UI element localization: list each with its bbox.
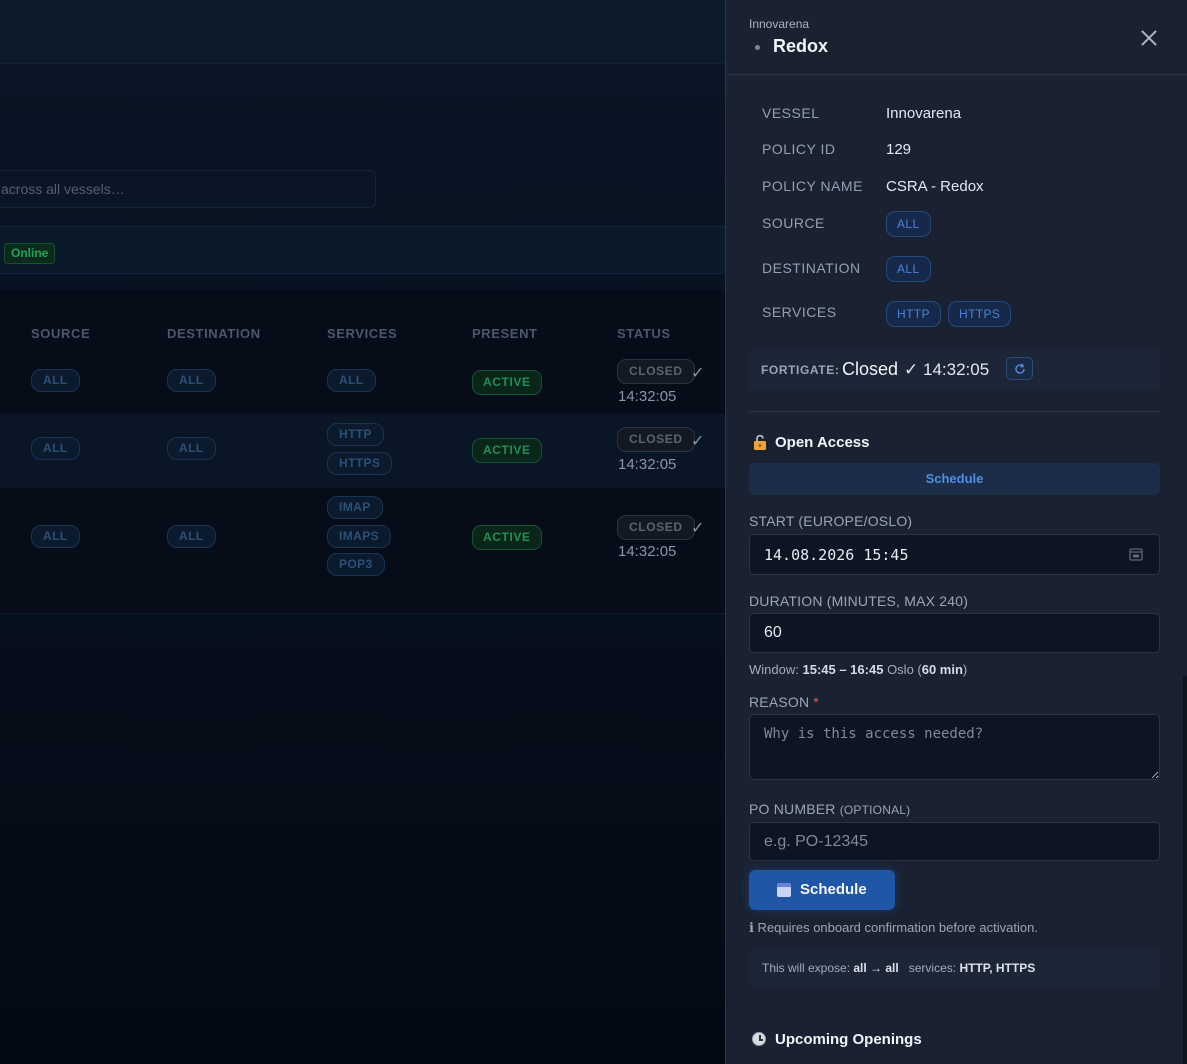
window-timezone: Oslo ( (887, 662, 922, 677)
upcoming-openings-title: Upcoming Openings (775, 1031, 922, 1048)
status-time: 14:32:05 (618, 543, 677, 560)
reason-textarea[interactable] (749, 714, 1160, 780)
duration-label: DURATION (MINUTES, MAX 240) (749, 593, 969, 609)
refresh-button[interactable] (1006, 357, 1033, 380)
fortigate-status: Closed (842, 359, 899, 379)
vessel-value: Innovarena (886, 105, 962, 122)
app-header (0, 0, 725, 64)
column-header-destination[interactable]: DESTINATION (167, 326, 261, 341)
tab-schedule[interactable]: Schedule (749, 463, 1160, 495)
po-optional-text: (OPTIONAL) (839, 803, 911, 817)
vessel-label: VESSEL (762, 105, 820, 121)
unlock-icon (754, 435, 766, 450)
po-label: PO NUMBER (OPTIONAL) (749, 801, 910, 817)
status-badge: CLOSED (617, 427, 695, 452)
fortigate-time-value: 14:32:05 (922, 360, 990, 379)
confirmation-note: ℹ Requires onboard confirmation before a… (749, 920, 1038, 935)
expose-prefix: This will expose: (762, 961, 851, 975)
window-suffix: ) (962, 662, 968, 677)
fortigate-time: ✓ 14:32:05 (904, 360, 989, 380)
exposure-summary: This will expose: all → all services: HT… (749, 948, 1160, 988)
status-check: ✓ (691, 433, 705, 450)
service-pill: POP3 (327, 553, 385, 576)
status-badge: CLOSED (617, 359, 695, 384)
status-bar (0, 226, 725, 274)
service-pill: IMAP (327, 496, 383, 519)
source-tag: ALL (886, 211, 931, 237)
duration-input[interactable] (749, 613, 1160, 653)
column-header-present[interactable]: PRESENT (472, 326, 538, 341)
status-check: ✓ (691, 365, 705, 382)
fortigate-label: FORTIGATE: (761, 363, 840, 377)
panel-org: Innovarena (749, 17, 810, 31)
source-label: SOURCE (762, 215, 825, 231)
status-time: 14:32:05 (618, 388, 677, 405)
destination-pill: ALL (167, 525, 216, 548)
present-badge: ACTIVE (472, 438, 542, 463)
services-label: SERVICES (762, 304, 837, 320)
service-tag-https: HTTPS (948, 301, 1012, 327)
background-app: across all vessels… Online SOURCE DESTIN… (0, 0, 725, 1064)
required-marker: * (813, 694, 820, 710)
online-badge: Online (4, 243, 56, 264)
start-datetime-input[interactable] (749, 534, 1160, 575)
present-badge: ACTIVE (472, 370, 542, 395)
reason-label: REASON * (749, 694, 819, 710)
po-label-text: PO NUMBER (749, 801, 836, 817)
panel-title: Redox (773, 36, 829, 56)
policy-id-label: POLICY ID (762, 141, 836, 157)
refresh-icon (1015, 363, 1025, 374)
policy-id-value: 129 (886, 141, 912, 158)
calendar-icon[interactable] (1129, 547, 1143, 561)
service-pill: IMAPS (327, 525, 392, 548)
source-pill: ALL (31, 525, 80, 548)
service-pill: HTTPS (327, 452, 393, 475)
source-pill: ALL (31, 369, 80, 392)
vessel-search-input[interactable]: across all vessels… (0, 170, 376, 208)
expose-route: all → all (853, 961, 899, 975)
schedule-button[interactable]: Schedule (749, 870, 895, 910)
window-minutes: 60 min (921, 662, 963, 677)
fortigate-check: ✓ (904, 360, 919, 379)
status-check: ✓ (691, 520, 705, 537)
window-prefix: Window: (749, 662, 799, 677)
destination-pill: ALL (167, 437, 216, 460)
service-pill: HTTP (327, 423, 384, 446)
schedule-button-label: Schedule (800, 881, 867, 898)
destination-pill: ALL (167, 369, 216, 392)
destination-tag: ALL (886, 256, 931, 282)
calendar-icon (777, 883, 791, 897)
expose-services: HTTP, HTTPS (959, 961, 1036, 975)
close-icon[interactable] (1138, 27, 1160, 49)
status-time: 14:32:05 (618, 456, 677, 473)
clock-icon (752, 1032, 766, 1046)
policy-name-label: POLICY NAME (762, 178, 863, 194)
fortigate-status-box: FORTIGATE: Closed ✓ 14:32:05 (749, 348, 1160, 390)
policy-name-value: CSRA - Redox (886, 178, 984, 195)
policy-detail-panel: Innovarena Redox VESSEL Innovarena POLIC… (725, 0, 1187, 1064)
start-label: START (EUROPE/OSLO) (749, 513, 913, 529)
destination-label: DESTINATION (762, 260, 861, 276)
expose-services-label: services: (908, 961, 957, 975)
reason-label-text: REASON (749, 694, 810, 710)
column-header-status[interactable]: STATUS (617, 326, 671, 341)
service-tag-http: HTTP (886, 301, 941, 327)
source-pill: ALL (31, 437, 80, 460)
scrollbar[interactable] (1183, 676, 1187, 1064)
status-dot-icon (755, 45, 760, 50)
present-badge: ACTIVE (472, 525, 542, 550)
service-pill: ALL (327, 369, 376, 392)
panel-header: Innovarena Redox (726, 0, 1187, 75)
section-divider (749, 411, 1160, 412)
open-access-title: Open Access (775, 434, 870, 451)
po-number-input[interactable] (749, 822, 1160, 861)
column-header-services[interactable]: SERVICES (327, 326, 397, 341)
window-range: 15:45 – 16:45 (802, 662, 884, 677)
status-badge: CLOSED (617, 515, 695, 540)
window-summary: Window: 15:45 – 16:45 Oslo (60 min) (749, 662, 967, 677)
column-header-source[interactable]: SOURCE (31, 326, 90, 341)
